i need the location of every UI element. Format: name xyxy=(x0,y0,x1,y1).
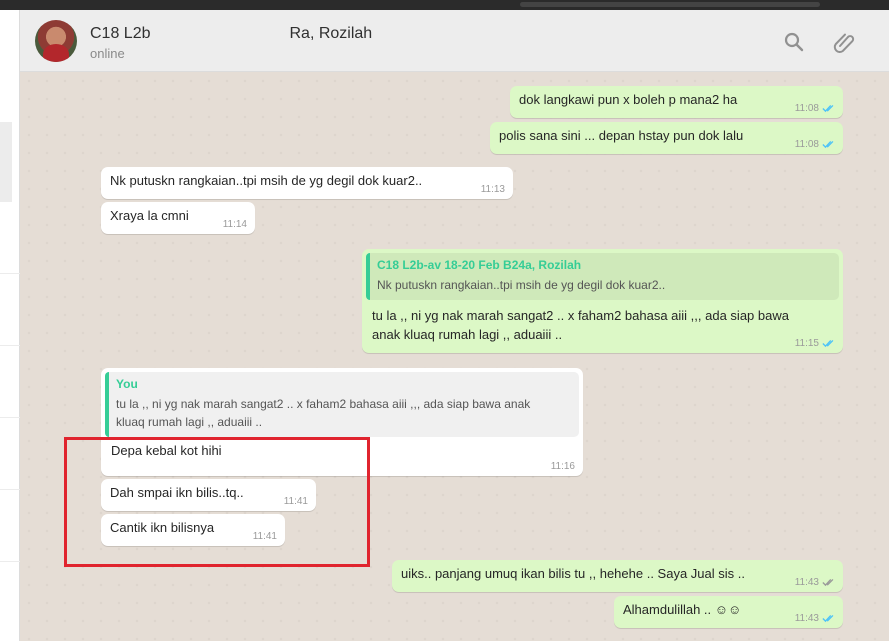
message-time: 11:43 xyxy=(794,613,819,624)
quoted-message[interactable]: C18 L2b-av 18-20 Feb B24a, Rozilah Nk pu… xyxy=(366,253,839,300)
message-text-line: tu la ,, ni yg nak marah sangat2 .. x fa… xyxy=(372,308,789,323)
message-time: 11:43 xyxy=(794,577,819,588)
quote-author: C18 L2b-av 18-20 Feb B24a, Rozilah xyxy=(377,258,582,272)
message-text-line: anak kluaq rumah lagi ,, aduaiii .. xyxy=(372,327,563,342)
message-time: 11:08 xyxy=(794,139,819,150)
avatar[interactable] xyxy=(35,20,77,62)
message-bubble-outgoing[interactable]: dok langkawi pun x boleh p mana2 ha 11:0… xyxy=(510,86,843,118)
quote-author: You xyxy=(116,377,138,391)
chat-list-divider xyxy=(0,417,20,418)
message-text: dok langkawi pun x boleh p mana2 ha xyxy=(519,92,738,107)
message-time: 11:16 xyxy=(550,461,575,472)
chat-list-divider xyxy=(0,273,20,274)
message-time: 11:08 xyxy=(794,103,819,114)
double-check-icon xyxy=(822,578,834,587)
message-text: polis sana sini ... depan hstay pun dok … xyxy=(499,128,744,143)
message-text: Xraya la cmni xyxy=(110,208,189,223)
chat-title-end: Ra, Rozilah xyxy=(289,25,373,42)
message-bubble-outgoing[interactable]: polis sana sini ... depan hstay pun dok … xyxy=(490,122,843,154)
chat-header: C18 L2b Ra, Rozilah online xyxy=(20,10,889,72)
message-time: 11:15 xyxy=(794,338,819,349)
double-check-icon xyxy=(822,104,834,113)
quote-text-line: tu la ,, ni yg nak marah sangat2 .. x fa… xyxy=(116,397,531,411)
message-bubble-outgoing[interactable]: Alhamdulillah .. ☺☺ 11:43 xyxy=(614,596,843,628)
chat-status: online xyxy=(90,46,125,61)
chat-list-divider xyxy=(0,561,20,562)
message-time: 11:13 xyxy=(480,184,505,195)
double-check-icon xyxy=(822,140,834,149)
chat-title[interactable]: C18 L2b Ra, Rozilah xyxy=(90,25,372,43)
message-text: tu la ,, ni yg nak marah sangat2 .. x fa… xyxy=(366,306,839,344)
message-bubble-incoming[interactable]: Nk putuskn rangkaian..tpi msih de yg deg… xyxy=(101,167,513,199)
quoted-message[interactable]: You tu la ,, ni yg nak marah sangat2 .. … xyxy=(105,372,579,437)
tab-strip xyxy=(520,2,820,7)
chat-list-divider xyxy=(0,345,20,346)
message-bubble-outgoing-reply[interactable]: C18 L2b-av 18-20 Feb B24a, Rozilah Nk pu… xyxy=(362,249,843,353)
redacted-title-part xyxy=(152,26,288,41)
chat-list-pane[interactable] xyxy=(0,10,20,641)
paperclip-icon[interactable] xyxy=(832,30,856,54)
double-check-icon xyxy=(822,339,834,348)
window-top-strip xyxy=(0,0,889,10)
highlight-annotation-box xyxy=(64,437,370,567)
quote-text: Nk putuskn rangkaian..tpi msih de yg deg… xyxy=(377,278,666,292)
quote-text-line: kluaq rumah lagi ,, aduaiii .. xyxy=(116,415,263,429)
message-text: Nk putuskn rangkaian..tpi msih de yg deg… xyxy=(110,173,423,188)
chat-list-divider xyxy=(0,489,20,490)
message-text: Alhamdulillah .. ☺☺ xyxy=(623,602,742,617)
search-icon[interactable] xyxy=(782,30,806,54)
selected-chat-indicator xyxy=(0,122,12,202)
double-check-icon xyxy=(822,614,834,623)
message-text: uiks.. panjang umuq ikan bilis tu ,, heh… xyxy=(401,566,745,581)
chat-title-start: C18 L2b xyxy=(90,25,151,42)
message-bubble-incoming[interactable]: Xraya la cmni 11:14 xyxy=(101,202,255,234)
message-bubble-outgoing[interactable]: uiks.. panjang umuq ikan bilis tu ,, heh… xyxy=(392,560,843,592)
message-time: 11:14 xyxy=(222,219,247,230)
